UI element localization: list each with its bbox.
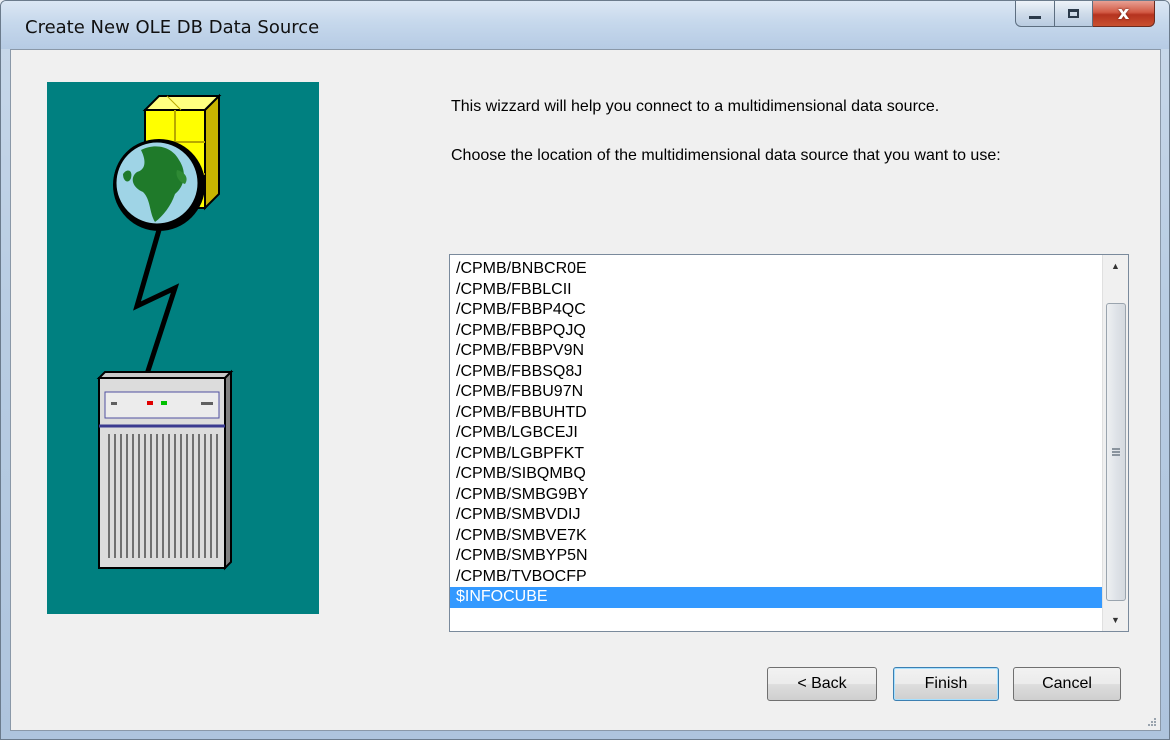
scroll-up-arrow-icon[interactable]: ▲ xyxy=(1103,255,1128,277)
back-button[interactable]: < Back xyxy=(767,667,877,701)
list-item[interactable]: /CPMB/LGBPFKT xyxy=(450,444,1102,465)
window-title: Create New OLE DB Data Source xyxy=(25,17,320,38)
server-connection-illustration xyxy=(96,93,234,571)
caption-buttons: x xyxy=(1015,1,1155,31)
list-item[interactable]: /CPMB/FBBPV9N xyxy=(450,341,1102,362)
list-item[interactable]: /CPMB/FBBLCII xyxy=(450,280,1102,301)
list-item[interactable]: /CPMB/SMBG9BY xyxy=(450,485,1102,506)
grip-icon xyxy=(1112,448,1120,456)
wizard-window: Create New OLE DB Data Source x This wiz… xyxy=(0,0,1170,740)
list-item[interactable]: $INFOCUBE xyxy=(450,587,1102,608)
cancel-button[interactable]: Cancel xyxy=(1013,667,1121,701)
prompt-text: Choose the location of the multidimensio… xyxy=(451,147,1001,164)
intro-text: This wizzard will help you connect to a … xyxy=(451,98,940,115)
list-item[interactable]: /CPMB/SMBVE7K xyxy=(450,526,1102,547)
maximize-icon xyxy=(1068,9,1079,18)
list-item[interactable]: /CPMB/LGBCEJI xyxy=(450,423,1102,444)
list-item[interactable]: /CPMB/FBBUHTD xyxy=(450,403,1102,424)
list-item[interactable]: /CPMB/BNBCR0E xyxy=(450,259,1102,280)
resize-grip-icon[interactable] xyxy=(1146,716,1156,726)
lightning-icon xyxy=(133,229,180,375)
list-item[interactable]: /CPMB/SIBQMBQ xyxy=(450,464,1102,485)
close-icon: x xyxy=(1117,3,1130,24)
list-item[interactable]: /CPMB/FBBP4QC xyxy=(450,300,1102,321)
maximize-button[interactable] xyxy=(1055,1,1093,27)
list-item[interactable]: /CPMB/SMBYP5N xyxy=(450,546,1102,567)
list-item[interactable]: /CPMB/FBBU97N xyxy=(450,382,1102,403)
finish-button[interactable]: Finish xyxy=(893,667,999,701)
title-bar[interactable]: Create New OLE DB Data Source x xyxy=(1,1,1169,49)
close-button[interactable]: x xyxy=(1093,1,1155,27)
scrollbar-thumb[interactable] xyxy=(1106,303,1126,601)
list-item[interactable]: /CPMB/TVBOCFP xyxy=(450,567,1102,588)
minimize-button[interactable] xyxy=(1015,1,1055,27)
data-source-listbox[interactable]: /CPMB/BNBCR0E/CPMB/FBBLCII/CPMB/FBBP4QC /… xyxy=(449,254,1129,632)
wizard-body: This wizzard will help you connect to a … xyxy=(10,49,1161,731)
globe-icon xyxy=(113,139,205,231)
vertical-scrollbar[interactable]: ▲ ▼ xyxy=(1102,255,1128,631)
list-item[interactable]: /CPMB/SMBVDIJ xyxy=(450,505,1102,526)
data-source-list[interactable]: /CPMB/BNBCR0E/CPMB/FBBLCII/CPMB/FBBP4QC /… xyxy=(450,259,1102,608)
wizard-illustration xyxy=(47,82,319,614)
scroll-down-arrow-icon[interactable]: ▼ xyxy=(1103,609,1128,631)
minimize-icon xyxy=(1029,16,1041,19)
list-item[interactable]: /CPMB/FBBSQ8J xyxy=(450,362,1102,383)
list-item[interactable]: /CPMB/FBBPQJQ xyxy=(450,321,1102,342)
server-icon xyxy=(96,369,234,571)
